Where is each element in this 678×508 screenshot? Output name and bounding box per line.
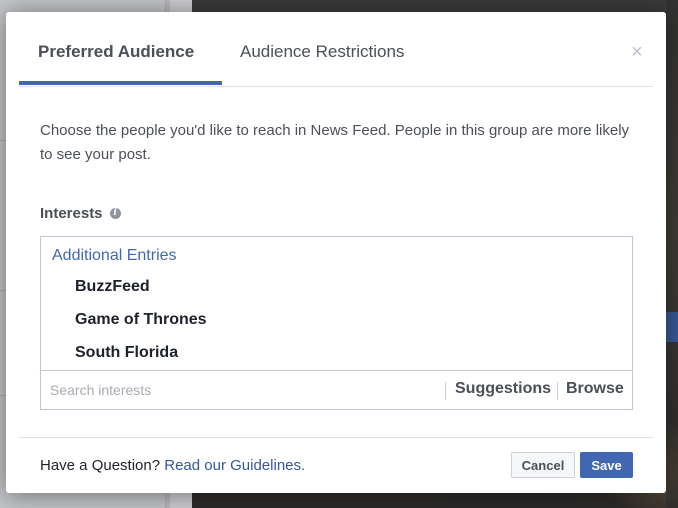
- interest-search-row: Suggestions Browse: [41, 370, 632, 409]
- interests-box: Additional Entries BuzzFeed Game of Thro…: [40, 236, 633, 410]
- audience-dialog: Preferred Audience Audience Restrictions…: [6, 12, 666, 493]
- search-divider: [557, 382, 558, 400]
- search-interests-input[interactable]: [50, 380, 440, 400]
- footer-question: Have a Question?: [40, 457, 161, 474]
- active-tab-indicator: [19, 81, 222, 85]
- interests-label-text: Interests: [40, 205, 103, 222]
- additional-entries-header: Additional Entries: [52, 247, 177, 264]
- cancel-button[interactable]: Cancel: [511, 452, 575, 478]
- tab-audience-restrictions[interactable]: Audience Restrictions: [240, 42, 404, 62]
- interest-entry[interactable]: Game of Thrones: [75, 311, 207, 329]
- suggestions-button[interactable]: Suggestions: [455, 380, 551, 398]
- footer-help: Have a Question? Read our Guidelines.: [40, 457, 305, 474]
- footer-divider: [19, 437, 653, 438]
- guidelines-link[interactable]: Read our Guidelines.: [164, 457, 305, 474]
- tab-preferred-audience[interactable]: Preferred Audience: [38, 42, 194, 62]
- info-icon[interactable]: i: [109, 208, 121, 219]
- background-right-strip: [666, 0, 678, 508]
- close-icon[interactable]: ×: [628, 42, 646, 62]
- save-button[interactable]: Save: [580, 452, 633, 478]
- dialog-description: Choose the people you'd like to reach in…: [40, 122, 630, 163]
- interest-entry[interactable]: BuzzFeed: [75, 278, 150, 296]
- dialog-tab-bar: Preferred Audience Audience Restrictions: [19, 12, 653, 87]
- search-divider: [445, 382, 446, 400]
- browse-button[interactable]: Browse: [566, 380, 624, 398]
- interest-entry[interactable]: South Florida: [75, 344, 178, 362]
- interests-label: Interests i: [40, 205, 121, 222]
